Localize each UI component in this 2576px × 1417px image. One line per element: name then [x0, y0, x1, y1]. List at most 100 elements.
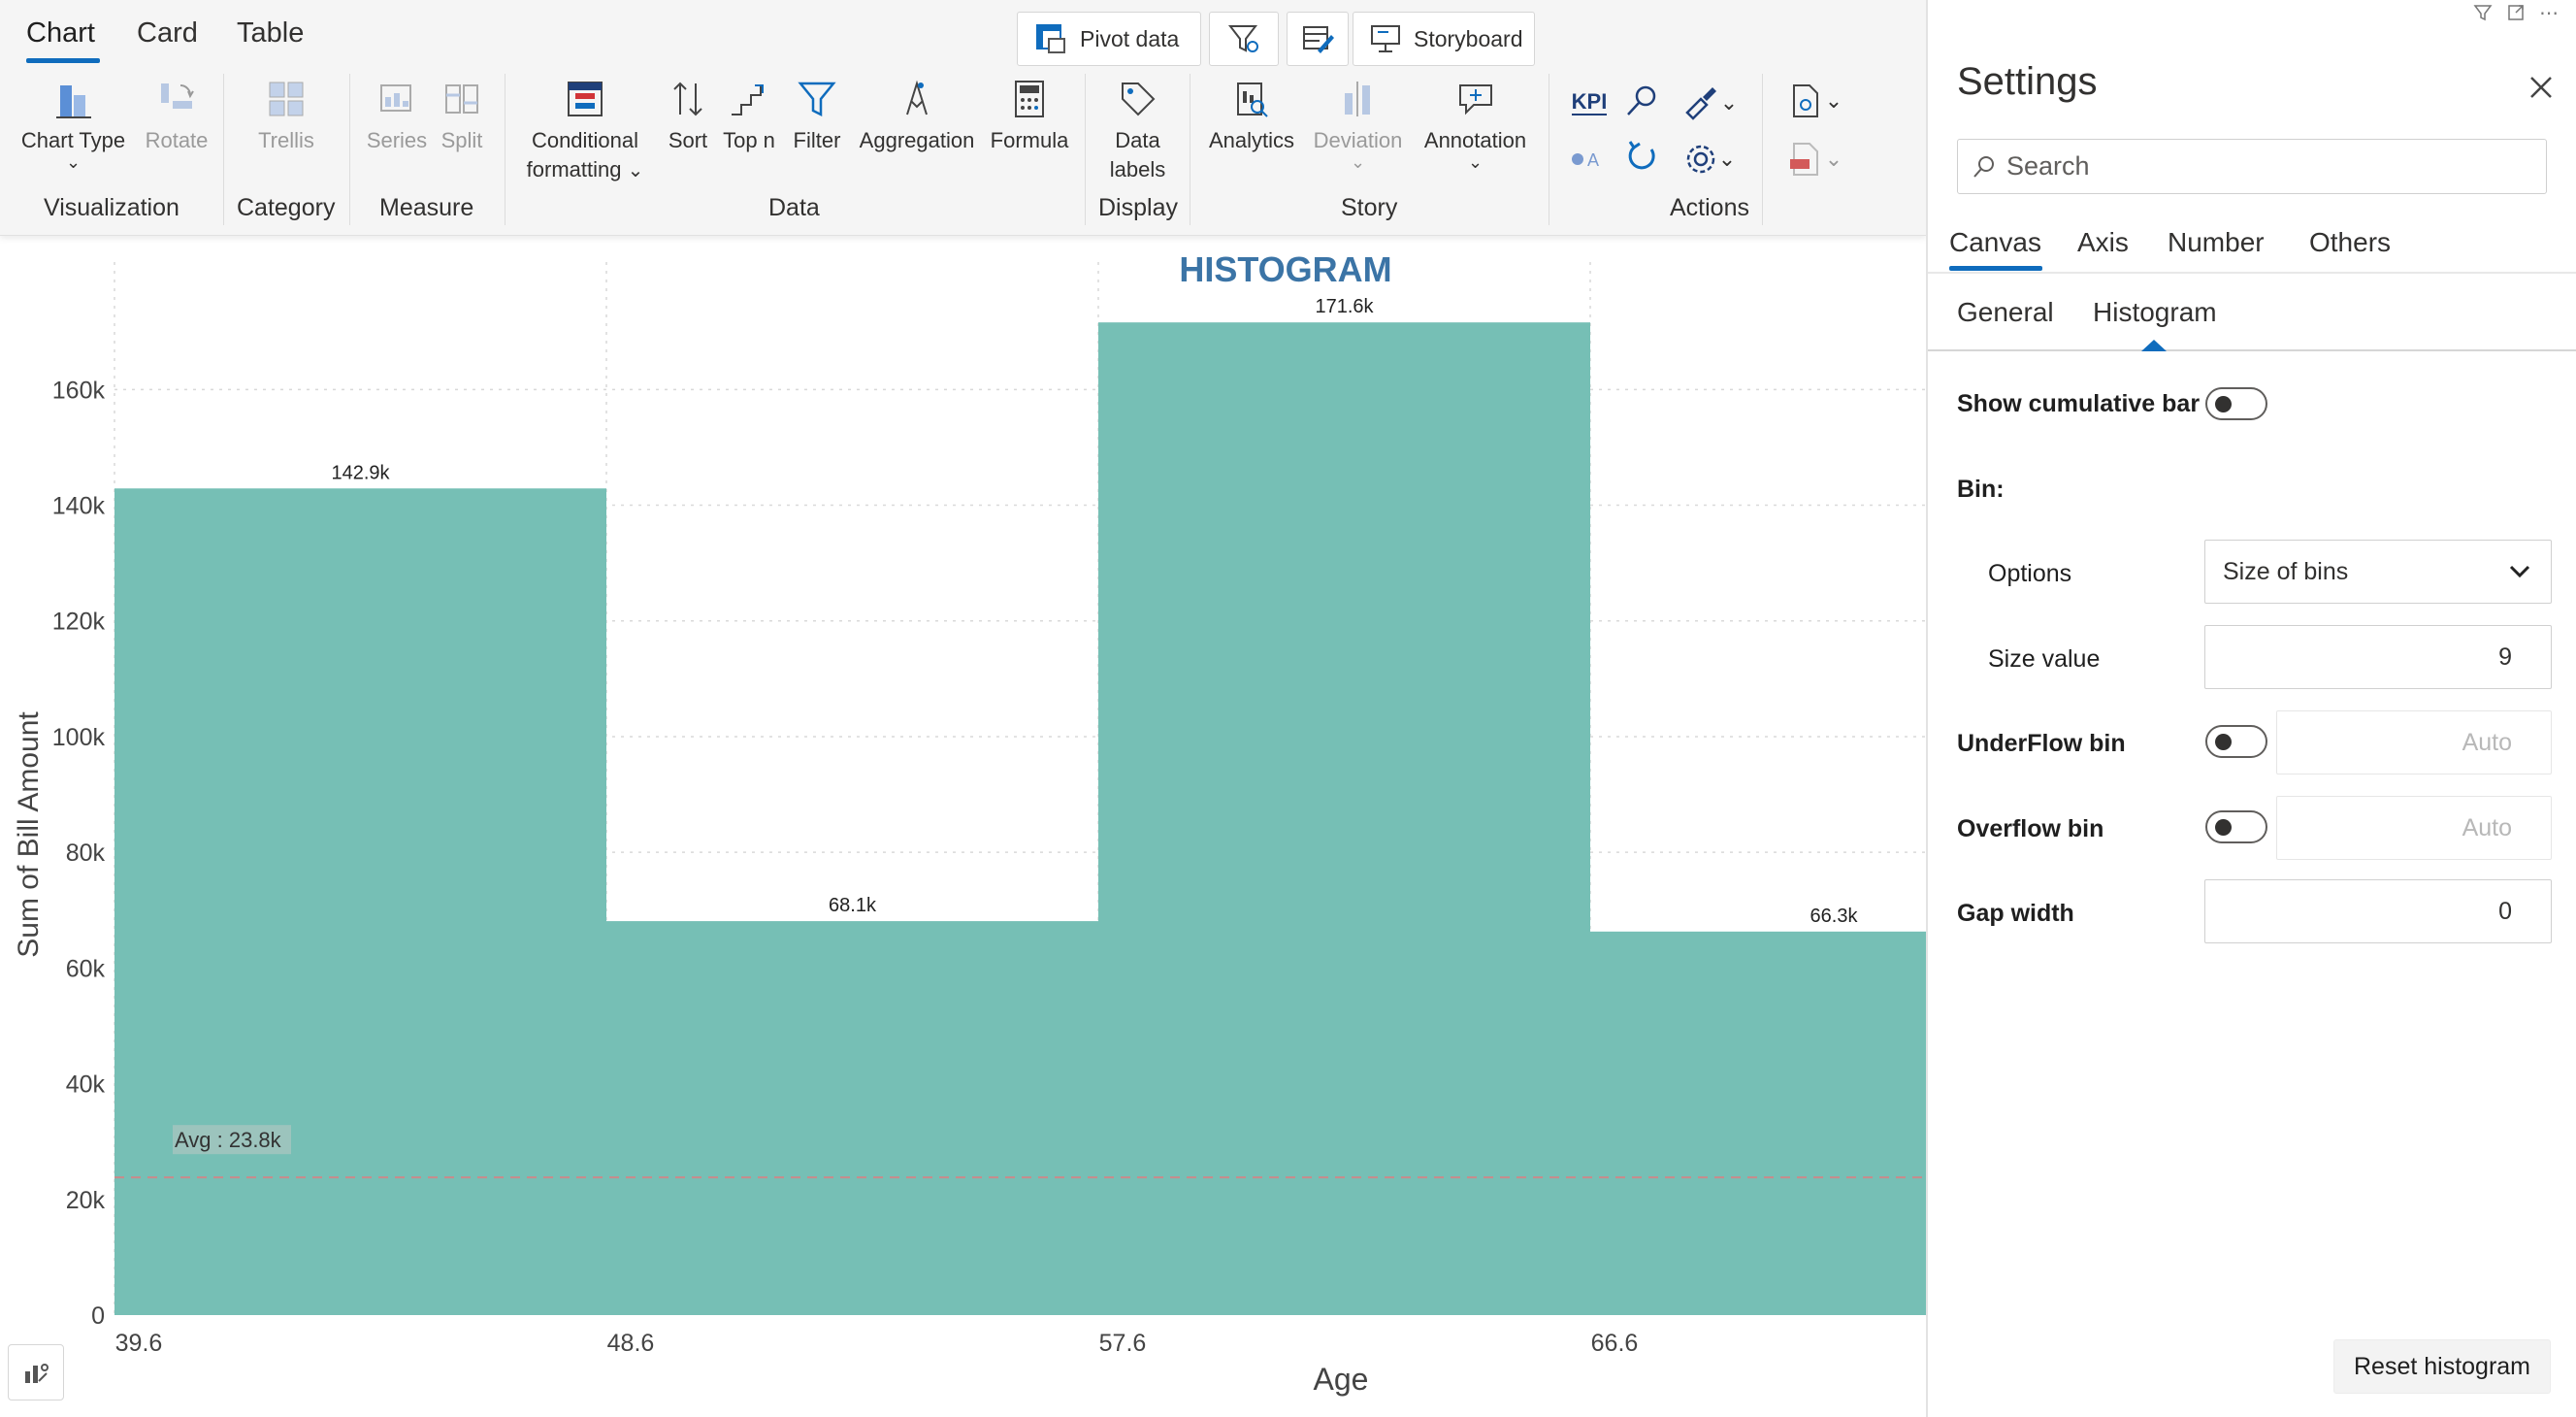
deviation-button[interactable]: Deviation ⌄: [1307, 76, 1409, 172]
app-area: Chart Card Table Pivot data Storyboard C…: [0, 0, 1926, 1417]
search-action-button[interactable]: [1618, 78, 1665, 124]
aggregation-label: Aggregation: [859, 128, 975, 152]
tab-axis[interactable]: Axis: [2077, 227, 2129, 258]
gap-width-label: Gap width: [1957, 900, 2074, 927]
subtab-indicator-icon: [2141, 340, 2167, 351]
sort-button[interactable]: Sort: [664, 76, 712, 155]
search-input[interactable]: [2006, 151, 2492, 181]
tab-others[interactable]: Others: [2309, 227, 2391, 258]
chart-type-label: Chart Type: [20, 128, 126, 152]
histogram-bar: [114, 488, 606, 1315]
tab-chart[interactable]: Chart: [26, 17, 95, 49]
bar-value-label: 171.6k: [1315, 296, 1374, 317]
histogram-chart: 0 20k 40k 60k 80k 100k 120k 140k 160k 142.9k 68.1k…: [13, 249, 1926, 1397]
refresh-button[interactable]: [1618, 134, 1665, 181]
storyboard-button[interactable]: Storyboard: [1353, 12, 1535, 66]
y-tick-label: 60k: [66, 955, 106, 982]
expand-icon[interactable]: [2502, 0, 2529, 25]
filter-label: Filter: [793, 128, 841, 152]
series-button[interactable]: Series: [359, 76, 435, 155]
ribbon-divider: [349, 74, 350, 225]
rotate-label: Rotate: [145, 128, 209, 152]
conditional-formatting-button[interactable]: Conditional formatting ⌄: [517, 76, 653, 185]
chart-tools-button[interactable]: [8, 1344, 64, 1401]
series-label: Series: [366, 128, 428, 152]
data-labels-button[interactable]: Data labels: [1092, 76, 1184, 184]
top-n-label: Top n: [723, 128, 775, 152]
formula-label: Formula: [990, 128, 1069, 152]
document-gear-icon: [1792, 84, 1818, 117]
close-button[interactable]: [2524, 70, 2559, 105]
subtab-histogram[interactable]: Histogram: [2093, 297, 2217, 328]
tab-chart-underline: [26, 58, 100, 63]
gap-width-input[interactable]: 0: [2204, 879, 2552, 943]
gap-width-value: 0: [2498, 897, 2512, 925]
formula-button[interactable]: Formula: [986, 76, 1073, 155]
bar-value-label: 68.1k: [829, 895, 877, 916]
bar-value-label: 66.3k: [1810, 906, 1859, 927]
kpi-button[interactable]: KPI: [1562, 80, 1616, 126]
reset-histogram-label: Reset histogram: [2353, 1352, 2531, 1380]
tab-canvas[interactable]: Canvas: [1949, 227, 2041, 258]
reset-histogram-button[interactable]: Reset histogram: [2333, 1339, 2551, 1394]
chevron-down-icon: ⌄: [1350, 152, 1366, 172]
tab-table[interactable]: Table: [237, 17, 304, 49]
aggregation-button[interactable]: Aggregation: [854, 76, 980, 155]
chevron-down-icon: ⌄: [65, 152, 82, 172]
settings-title: Settings: [1957, 60, 2098, 103]
conditional-label-line1: Conditional: [531, 128, 639, 152]
underflow-bin-input[interactable]: Auto: [2276, 710, 2552, 774]
story-group-label: Story: [1341, 194, 1398, 221]
deviation-icon: [1344, 82, 1370, 116]
export-pdf-button[interactable]: ⌄: [1776, 136, 1853, 182]
conditional-label-line2: formatting ⌄: [526, 157, 644, 181]
ribbon-divider: [1085, 74, 1086, 225]
tab-number[interactable]: Number: [2168, 227, 2265, 258]
filter-settings-button[interactable]: [1209, 12, 1279, 66]
chart-type-button[interactable]: Chart Type ⌄: [17, 76, 129, 172]
gear-icon: [1686, 145, 1715, 174]
top-n-button[interactable]: Top n: [719, 76, 779, 155]
show-cumulative-bar-toggle[interactable]: [2205, 387, 2267, 420]
rotate-button[interactable]: Rotate: [138, 76, 215, 155]
size-value-input[interactable]: 9: [2204, 625, 2552, 689]
overflow-bin-label: Overflow bin: [1957, 815, 2104, 842]
y-tick-label: 140k: [52, 493, 106, 520]
filter-button[interactable]: Filter: [788, 76, 846, 155]
sort-label: Sort: [668, 128, 708, 152]
histogram-bar: [606, 921, 1098, 1315]
chevron-down-icon: ⌄: [627, 160, 644, 181]
analytics-button[interactable]: Analytics: [1203, 76, 1300, 155]
chevron-down-icon: [2509, 565, 2530, 578]
subtab-general[interactable]: General: [1957, 297, 2054, 328]
data-group-label: Data: [768, 194, 820, 221]
overflow-bin-toggle[interactable]: [2205, 810, 2267, 843]
pivot-data-label: Pivot data: [1080, 25, 1180, 51]
dot-a-icon: A: [1572, 150, 1599, 170]
filter-icon[interactable]: [2469, 0, 2496, 25]
overflow-bin-input[interactable]: Auto: [2276, 796, 2552, 860]
bin-options-value: Size of bins: [2223, 557, 2349, 585]
split-button[interactable]: Split: [433, 76, 491, 155]
more-options-icon[interactable]: ⋯: [2535, 0, 2562, 25]
magnifier-icon: [1627, 85, 1656, 115]
pivot-data-button[interactable]: Pivot data: [1017, 12, 1201, 66]
calculator-icon: [1015, 81, 1044, 117]
bin-options-select[interactable]: Size of bins: [2204, 540, 2552, 604]
edit-table-button[interactable]: [1287, 12, 1349, 66]
trellis-label: Trellis: [258, 128, 314, 152]
settings-panel: ⋯ Settings Canvas Axis Number Others Gen…: [1926, 0, 2576, 1417]
annotation-button[interactable]: Annotation ⌄: [1415, 76, 1536, 171]
split-icon: [445, 84, 478, 114]
theme-brush-button[interactable]: ⌄: [1675, 80, 1745, 126]
export-settings-button[interactable]: ⌄: [1776, 78, 1853, 124]
kpi-toggle-button[interactable]: A: [1562, 136, 1616, 182]
trellis-button[interactable]: Trellis: [243, 76, 330, 155]
underflow-bin-toggle[interactable]: [2205, 725, 2267, 758]
search-icon: [1973, 155, 1994, 178]
tab-card[interactable]: Card: [137, 17, 198, 49]
settings-action-button[interactable]: ⌄: [1675, 136, 1745, 182]
annotation-icon: [1458, 84, 1492, 115]
y-tick-label: 0: [91, 1302, 105, 1330]
settings-search[interactable]: [1957, 139, 2547, 194]
